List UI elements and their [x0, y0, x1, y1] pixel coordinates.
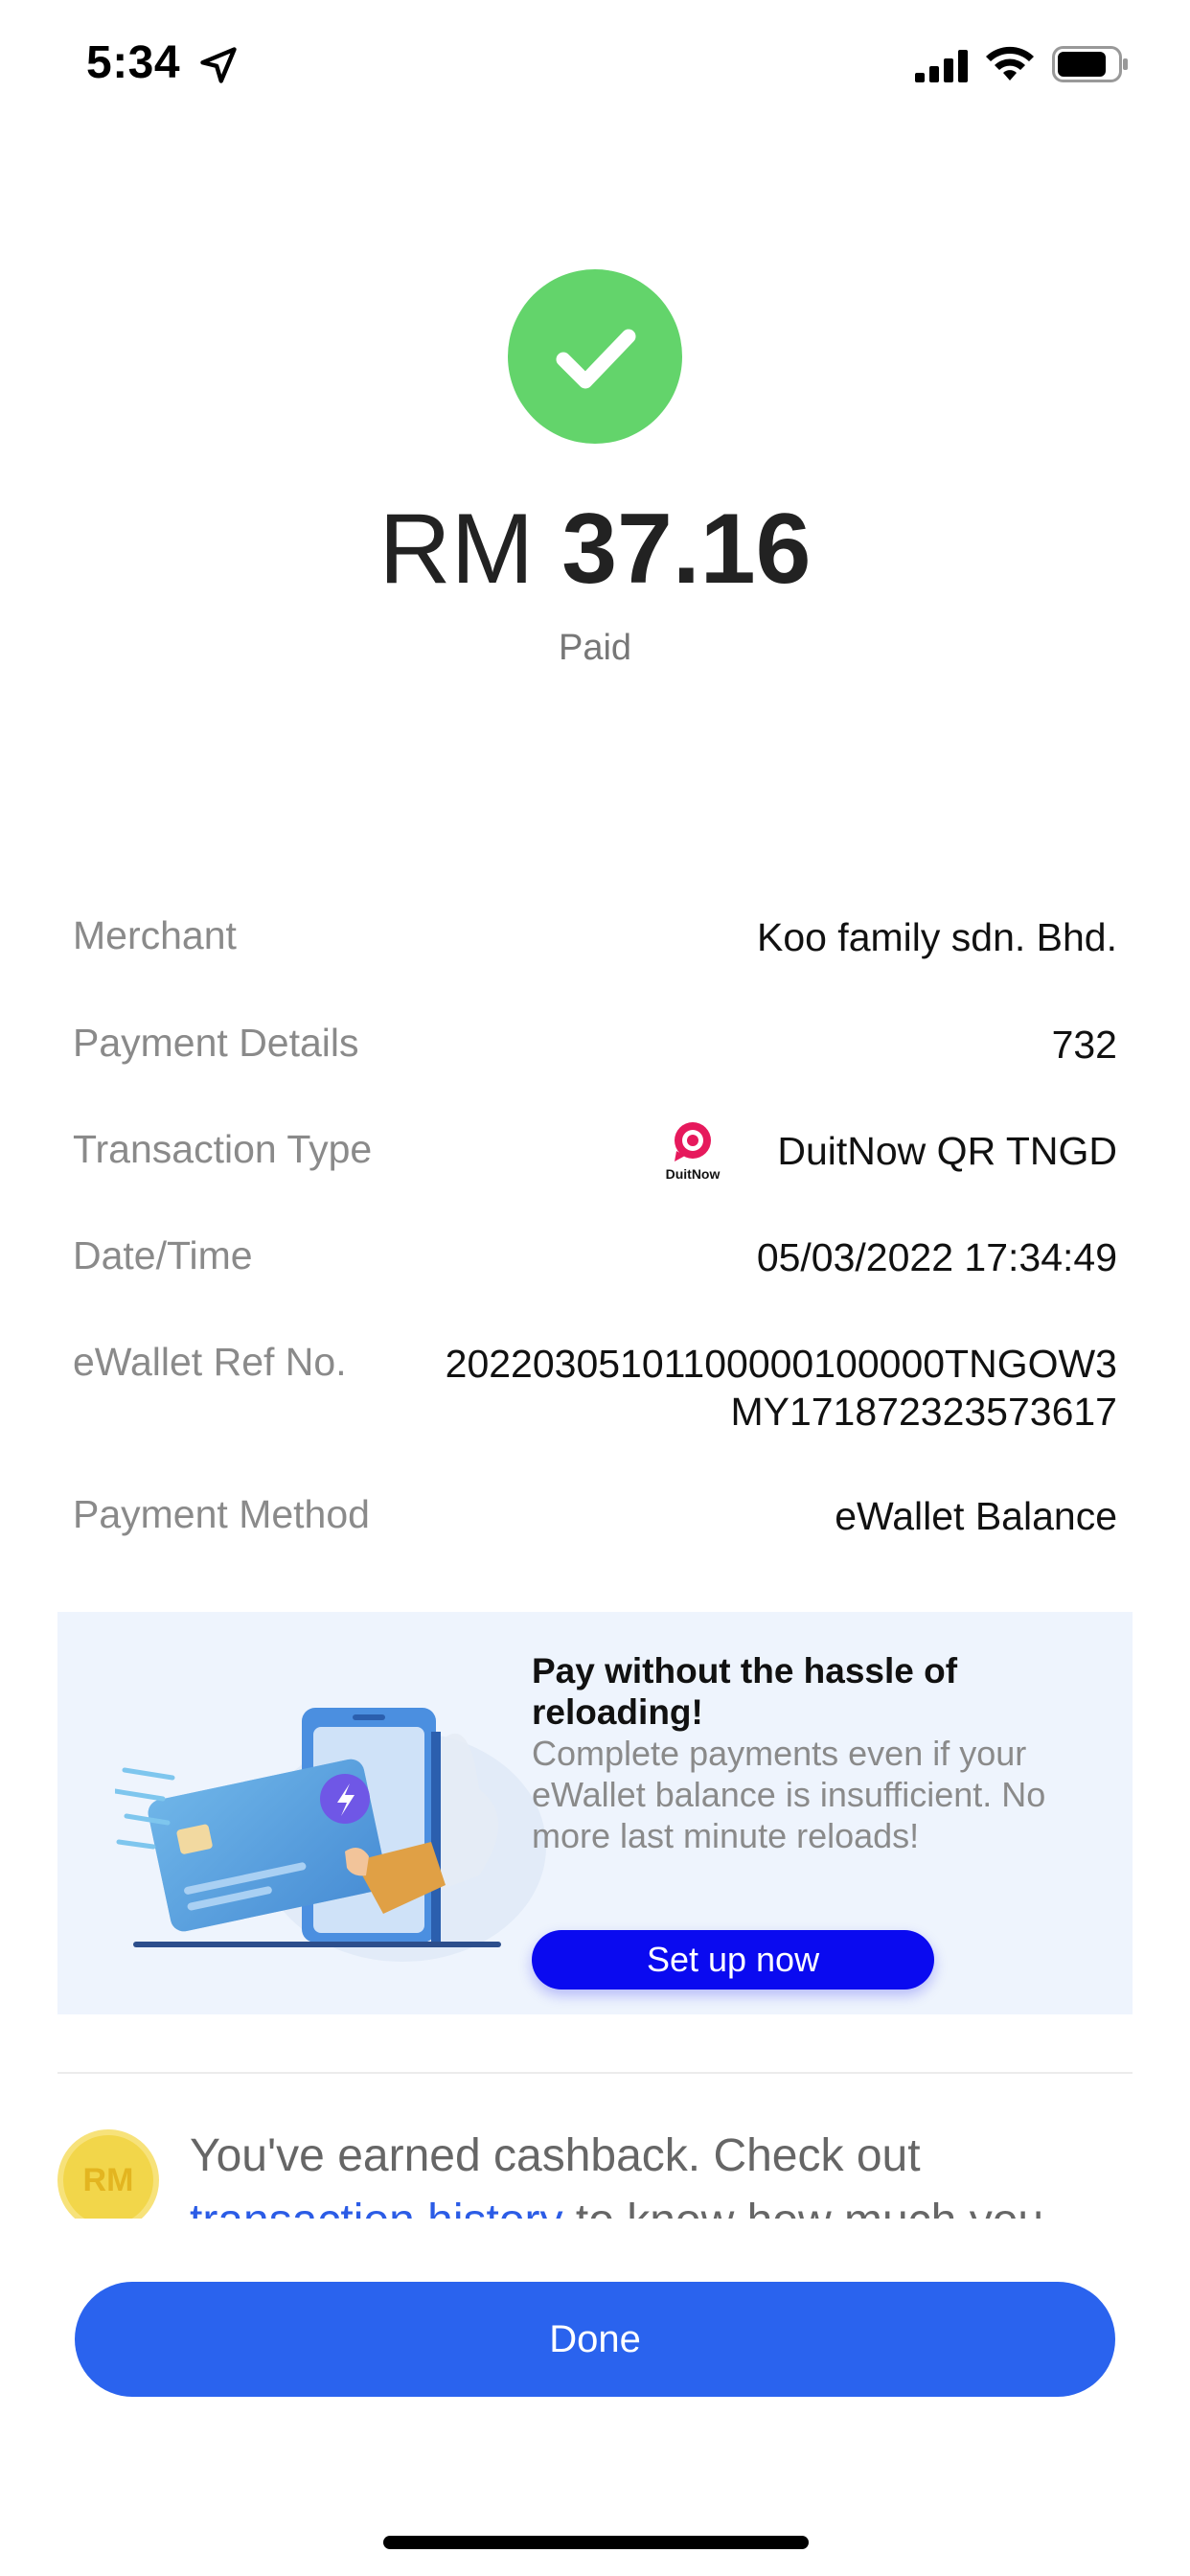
cashback-text-before: You've earned cashback. Check out	[190, 2130, 921, 2181]
cashback-text-after: to know how much you	[563, 2196, 1043, 2219]
datetime-value: 05/03/2022 17:34:49	[756, 1235, 1117, 1279]
promo-title: Pay without the hassle of reloading!	[532, 1651, 958, 1732]
location-arrow-icon	[200, 47, 237, 83]
cashback-notice: RM You've earned cashback. Check out tra…	[57, 2118, 1140, 2219]
cellular-signal-icon	[915, 50, 968, 82]
payment-details-value: 732	[1051, 1023, 1117, 1067]
detail-row-ref-no: eWallet Ref No. 20220305101100000100000T…	[73, 1340, 1117, 1445]
promo-banner[interactable]: Pay without the hassle of reloading! Com…	[57, 1612, 1133, 2014]
success-check-icon	[508, 269, 682, 444]
payment-details-label: Payment Details	[73, 1021, 359, 1065]
paid-amount: RM 37.16	[0, 492, 1190, 607]
ref-no-label: eWallet Ref No.	[73, 1340, 347, 1384]
merchant-label: Merchant	[73, 913, 237, 957]
datetime-label: Date/Time	[73, 1233, 253, 1277]
promo-description: Complete payments even if your eWallet b…	[532, 1734, 1046, 1855]
battery-icon	[1052, 46, 1128, 82]
duitnow-logo-text: DuitNow	[666, 1166, 721, 1182]
status-time: 5:34	[86, 37, 181, 88]
wifi-icon	[986, 46, 1034, 80]
payment-method-value: eWallet Balance	[835, 1494, 1117, 1538]
merchant-value: Koo family sdn. Bhd.	[756, 915, 1117, 959]
transaction-type-value: DuitNow QR TNGD	[777, 1129, 1117, 1173]
ref-no-value: 20220305101100000100000TNGOW3 MY17187232…	[446, 1340, 1117, 1436]
currency-label: RM	[378, 494, 535, 605]
ref-no-line2: MY171872323573617	[730, 1390, 1117, 1434]
cashback-text: You've earned cashback. Check out transa…	[190, 2124, 1138, 2219]
bottom-action-area	[0, 2221, 1190, 2576]
rm-coin-icon: RM	[57, 2129, 159, 2219]
payment-method-label: Payment Method	[73, 1492, 370, 1536]
payment-status: Paid	[558, 628, 632, 668]
duitnow-logo-icon: DuitNow	[666, 1122, 721, 1182]
set-up-now-button[interactable]: Set up now	[532, 1930, 934, 1990]
section-divider	[57, 2072, 1133, 2074]
done-button[interactable]: Done	[75, 2282, 1115, 2397]
coin-label: RM	[82, 2162, 134, 2198]
status-bar: 5:34	[0, 0, 1190, 126]
ref-no-line1: 20220305101100000100000TNGOW3	[445, 1342, 1117, 1386]
transaction-type-label: Transaction Type	[73, 1127, 373, 1171]
transaction-history-link[interactable]: transaction history	[190, 2196, 563, 2219]
home-indicator	[383, 2536, 809, 2549]
amount-value: 37.16	[561, 494, 812, 605]
card-payment-illustration	[115, 1708, 546, 1962]
